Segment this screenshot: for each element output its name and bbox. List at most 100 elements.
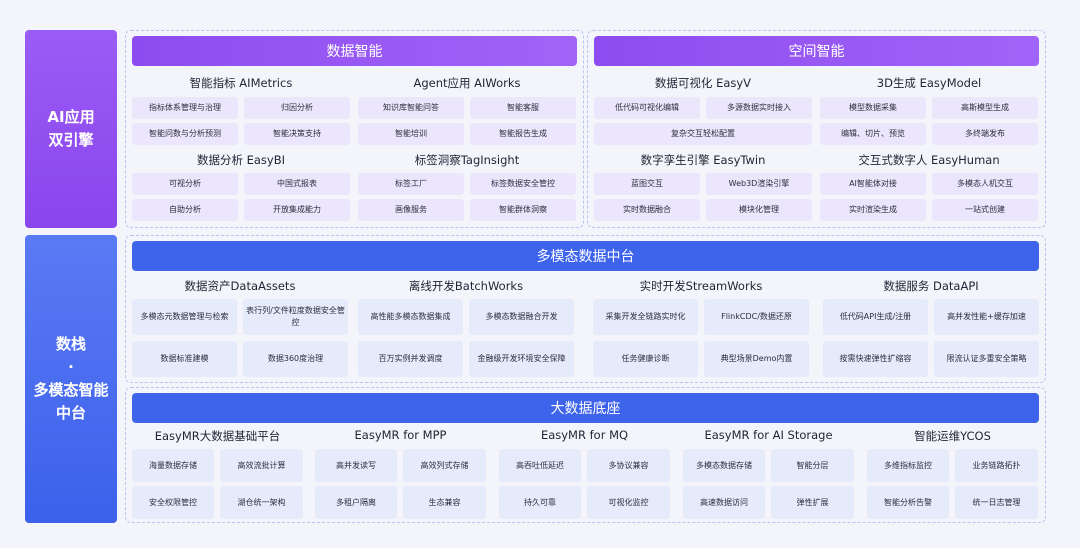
feature-cell: 高并发读写 bbox=[315, 449, 397, 482]
group-title: 数据分析 EasyBI bbox=[196, 153, 286, 167]
feature-cell: 开放集成能力 bbox=[244, 199, 350, 221]
feature-cell: 可视化监控 bbox=[587, 486, 670, 519]
group-easytwin: 数字孪生引擎 EasyTwin 蓝图交互 Web3D渲染引擎 实时数据融合 模块… bbox=[594, 152, 812, 224]
feature-cell: 智能决策支持 bbox=[244, 123, 350, 145]
group-aimetrics: 智能指标 AIMetrics 指标体系管理与治理 归因分析 智能问数与分析预测 … bbox=[132, 75, 350, 147]
group-easyv: 数据可视化 EasyV 低代码可视化编辑 多源数据实时接入 复杂交互轻松配置 bbox=[594, 75, 812, 147]
feature-cell: 高并发性能+缓存加速 bbox=[934, 299, 1039, 335]
group-easymr-ai-storage: EasyMR for AI Storage 多模态数据存储 智能分层 高速数据访… bbox=[683, 428, 854, 520]
spatial-intelligence-panel: 空间智能 数据可视化 EasyV 低代码可视化编辑 多源数据实时接入 复杂交互轻… bbox=[587, 30, 1046, 228]
feature-cell: 编辑、切片、预览 bbox=[820, 123, 926, 145]
data-label-line3: 多模态智能 bbox=[33, 381, 109, 399]
data-label-line4: 中台 bbox=[55, 404, 86, 422]
multimodal-data-platform-title: 多模态数据中台 bbox=[132, 241, 1039, 271]
group-streamworks: 实时开发StreamWorks 采集开发全链路实时化 FlinkCDC/数据还原… bbox=[593, 278, 809, 378]
group-title: 智能运维YCOS bbox=[914, 429, 991, 443]
feature-cell: 按需快速弹性扩缩容 bbox=[823, 341, 928, 377]
feature-cell: 高吞吐低延迟 bbox=[499, 449, 581, 482]
group-dataapi: 数据服务 DataAPI 低代码API生成/注册 高并发性能+缓存加速 按需快速… bbox=[823, 278, 1039, 378]
feature-cell: 实时数据融合 bbox=[594, 199, 700, 221]
group-batchworks: 离线开发BatchWorks 高性能多模态数据集成 多模态数据融合开发 百万实例… bbox=[358, 278, 574, 378]
feature-cell: 多模态数据存储 bbox=[683, 449, 765, 482]
group-title: 智能指标 AIMetrics bbox=[189, 76, 293, 90]
feature-cell: AI智能体对接 bbox=[820, 173, 926, 195]
feature-cell: 智能客服 bbox=[470, 97, 576, 119]
group-title: 数字孪生引擎 EasyTwin bbox=[640, 153, 766, 167]
group-title: EasyMR大数据基础平台 bbox=[154, 429, 281, 443]
group-title: 离线开发BatchWorks bbox=[408, 279, 524, 293]
feature-cell: 多模态元数据管理与检索 bbox=[132, 299, 237, 335]
feature-cell: 多源数据实时接入 bbox=[706, 97, 812, 119]
group-title: EasyMR for AI Storage bbox=[704, 428, 833, 442]
group-easymr-mq: EasyMR for MQ 高吞吐低延迟 多协议兼容 持久可靠 可视化监控 bbox=[499, 428, 670, 520]
group-title: 数据可视化 EasyV bbox=[654, 76, 752, 90]
group-title: 交互式数字人 EasyHuman bbox=[858, 153, 1000, 167]
multimodal-data-platform-panel: 多模态数据中台 数据资产DataAssets 多模态元数据管理与检索 表行列/文… bbox=[125, 235, 1046, 383]
feature-cell: 可视分析 bbox=[132, 173, 238, 195]
feature-cell: 百万实例并发调度 bbox=[358, 341, 463, 377]
group-title: 标签洞察TagInsight bbox=[414, 153, 520, 167]
group-title: 3D生成 EasyModel bbox=[876, 76, 982, 90]
ai-label-line1: AI应用 bbox=[47, 108, 95, 126]
feature-cell: 多模态数据融合开发 bbox=[469, 299, 574, 335]
feature-cell: 模块化管理 bbox=[706, 199, 812, 221]
feature-cell: 归因分析 bbox=[244, 97, 350, 119]
feature-cell: 数据标准建模 bbox=[132, 341, 237, 377]
feature-cell: 金融级开发环境安全保障 bbox=[469, 341, 574, 377]
feature-cell: 多终端发布 bbox=[932, 123, 1038, 145]
feature-cell: 多维指标监控 bbox=[867, 449, 949, 482]
feature-cell: 智能报告生成 bbox=[470, 123, 576, 145]
data-label-line2: · bbox=[68, 358, 74, 376]
big-data-foundation-title: 大数据底座 bbox=[132, 393, 1039, 423]
feature-cell: 安全权限管控 bbox=[132, 486, 214, 519]
group-title: Agent应用 AIWorks bbox=[413, 76, 521, 90]
feature-cell: 指标体系管理与治理 bbox=[132, 97, 238, 119]
group-title: 数据资产DataAssets bbox=[184, 279, 296, 293]
group-title: 数据服务 DataAPI bbox=[883, 279, 979, 293]
ai-label-line2: 双引擎 bbox=[48, 131, 94, 149]
feature-cell: 知识库智能问答 bbox=[358, 97, 464, 119]
data-intelligence-title: 数据智能 bbox=[132, 36, 577, 66]
feature-cell: 蓝图交互 bbox=[594, 173, 700, 195]
data-stack-label: 数栈 · 多模态智能 中台 bbox=[25, 235, 117, 523]
group-aiworks: Agent应用 AIWorks 知识库智能问答 智能客服 智能培训 智能报告生成 bbox=[358, 75, 576, 147]
feature-cell: 智能分层 bbox=[771, 449, 854, 482]
feature-cell: 中国式报表 bbox=[244, 173, 350, 195]
feature-cell: 多协议兼容 bbox=[587, 449, 670, 482]
feature-cell: 表行列/文件粒度数据安全管控 bbox=[243, 299, 348, 335]
ai-engine-label: AI应用 双引擎 bbox=[25, 30, 117, 228]
feature-cell: 高效列式存储 bbox=[403, 449, 486, 482]
feature-cell: 智能问数与分析预测 bbox=[132, 123, 238, 145]
feature-cell: 复杂交互轻松配置 bbox=[594, 123, 812, 145]
feature-cell: 高速数据访问 bbox=[683, 486, 765, 519]
feature-cell: 湖仓统一架构 bbox=[220, 486, 303, 519]
feature-cell: 标签工厂 bbox=[358, 173, 464, 195]
feature-cell: 高斯模型生成 bbox=[932, 97, 1038, 119]
feature-cell: 采集开发全链路实时化 bbox=[593, 299, 698, 335]
feature-cell: 实时渲染生成 bbox=[820, 199, 926, 221]
feature-cell: 多租户隔离 bbox=[315, 486, 397, 519]
group-easymr-mpp: EasyMR for MPP 高并发读写 高效列式存储 多租户隔离 生态兼容 bbox=[315, 428, 486, 520]
feature-cell: 业务链路拓扑 bbox=[955, 449, 1038, 482]
feature-cell: 画像服务 bbox=[358, 199, 464, 221]
group-title: 实时开发StreamWorks bbox=[639, 279, 763, 293]
feature-cell: 智能培训 bbox=[358, 123, 464, 145]
group-easymodel: 3D生成 EasyModel 模型数据采集 高斯模型生成 编辑、切片、预览 多终… bbox=[820, 75, 1038, 147]
data-label-line1: 数栈 bbox=[55, 335, 86, 353]
feature-cell: 高性能多模态数据集成 bbox=[358, 299, 463, 335]
big-data-foundation-panel: 大数据底座 EasyMR大数据基础平台 海量数据存储 高效流批计算 安全权限管控… bbox=[125, 387, 1046, 523]
group-title: EasyMR for MQ bbox=[540, 428, 629, 442]
group-easybi: 数据分析 EasyBI 可视分析 中国式报表 自助分析 开放集成能力 bbox=[132, 152, 350, 224]
feature-cell: 弹性扩展 bbox=[771, 486, 854, 519]
feature-cell: 智能分析告警 bbox=[867, 486, 949, 519]
group-ycos: 智能运维YCOS 多维指标监控 业务链路拓扑 智能分析告警 统一日志管理 bbox=[867, 428, 1038, 520]
feature-cell: 持久可靠 bbox=[499, 486, 581, 519]
feature-cell: 一站式创建 bbox=[932, 199, 1038, 221]
feature-cell: 生态兼容 bbox=[403, 486, 486, 519]
feature-cell: 低代码API生成/注册 bbox=[823, 299, 928, 335]
group-easymr-platform: EasyMR大数据基础平台 海量数据存储 高效流批计算 安全权限管控 湖仓统一架… bbox=[132, 428, 303, 520]
feature-cell: 海量数据存储 bbox=[132, 449, 214, 482]
spatial-intelligence-title: 空间智能 bbox=[594, 36, 1039, 66]
feature-cell: 统一日志管理 bbox=[955, 486, 1038, 519]
feature-cell: 低代码可视化编辑 bbox=[594, 97, 700, 119]
